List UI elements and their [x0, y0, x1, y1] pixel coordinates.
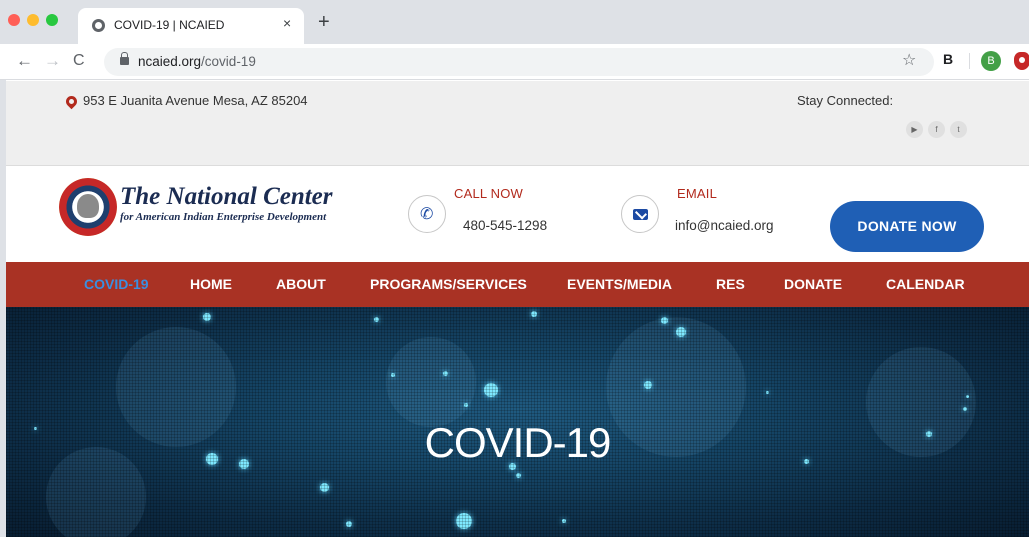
reload-icon[interactable]: C [73, 51, 85, 71]
profile-avatar-icon[interactable]: B [981, 51, 1001, 71]
logo-subtitle[interactable]: for American Indian Enterprise Developme… [120, 211, 326, 223]
back-arrow-icon[interactable]: ← [16, 51, 33, 71]
email-link[interactable]: info@ncaied.org [675, 218, 774, 233]
maximize-window-button[interactable] [46, 14, 58, 26]
nav-item-donate[interactable]: DONATE [784, 276, 842, 292]
minimize-window-button[interactable] [27, 14, 39, 26]
bookmark-star-icon[interactable]: ☆ [902, 50, 916, 70]
stay-connected-label: Stay Connected: [797, 93, 894, 108]
new-tab-button[interactable]: + [318, 12, 330, 32]
browser-toolbar: ← → C ncaied.org/covid-19 [0, 44, 1029, 80]
url-domain: ncaied.org [138, 54, 202, 69]
nav-item-programs-services[interactable]: PROGRAMS/SERVICES [370, 276, 527, 292]
site-address: 953 E Juanita Avenue Mesa, AZ 85204 [83, 93, 308, 108]
nav-item-calendar[interactable]: CALENDAR [886, 276, 965, 292]
site-header: The National Center for American Indian … [6, 165, 1029, 262]
extension-icon[interactable]: B [943, 51, 953, 67]
nav-item-home[interactable]: HOME [190, 276, 232, 292]
youtube-icon[interactable]: ▶ [906, 121, 923, 138]
address-bar[interactable]: ncaied.org/covid-19 [104, 48, 934, 76]
envelope-icon [621, 195, 659, 233]
browser-tab-bar: COVID-19 | NCAIED × + [0, 0, 1029, 44]
tab-close-icon[interactable]: × [283, 15, 291, 31]
logo-title[interactable]: The National Center [120, 183, 333, 211]
lock-icon[interactable] [120, 52, 129, 65]
forward-arrow-icon[interactable]: → [44, 51, 61, 71]
donate-now-button[interactable]: DONATE NOW [830, 201, 984, 252]
call-now-label: CALL NOW [454, 186, 524, 201]
phone-number-link[interactable]: 480-545-1298 [463, 218, 547, 233]
envelope-glyph [633, 209, 648, 220]
email-label: EMAIL [677, 186, 718, 201]
close-window-button[interactable] [8, 14, 20, 26]
toolbar-divider [969, 53, 970, 69]
site-topbar: 953 E Juanita Avenue Mesa, AZ 85204 Stay… [6, 81, 1029, 165]
facebook-icon[interactable]: f [928, 121, 945, 138]
phone-glyph: ✆ [420, 206, 434, 223]
main-nav: COVID-19 HOME ABOUT PROGRAMS/SERVICES EV… [6, 262, 1029, 307]
nav-item-events-media[interactable]: EVENTS/MEDIA [567, 276, 672, 292]
hero-banner: COVID-19 [6, 307, 1029, 537]
browser-tab[interactable]: COVID-19 | NCAIED × [78, 8, 304, 44]
url-path: /covid-19 [201, 54, 256, 69]
nav-item-covid-19[interactable]: COVID-19 [84, 276, 149, 292]
location-pin-icon [63, 93, 80, 110]
url-text[interactable]: ncaied.org/covid-19 [138, 54, 256, 69]
ublock-extension-icon[interactable] [1014, 52, 1029, 70]
page-title: COVID-19 [424, 419, 612, 466]
tab-title: COVID-19 | NCAIED [114, 18, 225, 32]
twitter-icon[interactable]: t [950, 121, 967, 138]
globe-icon [92, 19, 105, 32]
nav-item-res[interactable]: RES [716, 276, 745, 292]
eagle-seal-logo-icon[interactable] [59, 178, 117, 236]
nav-item-about[interactable]: ABOUT [276, 276, 326, 292]
phone-icon: ✆ [408, 195, 446, 233]
